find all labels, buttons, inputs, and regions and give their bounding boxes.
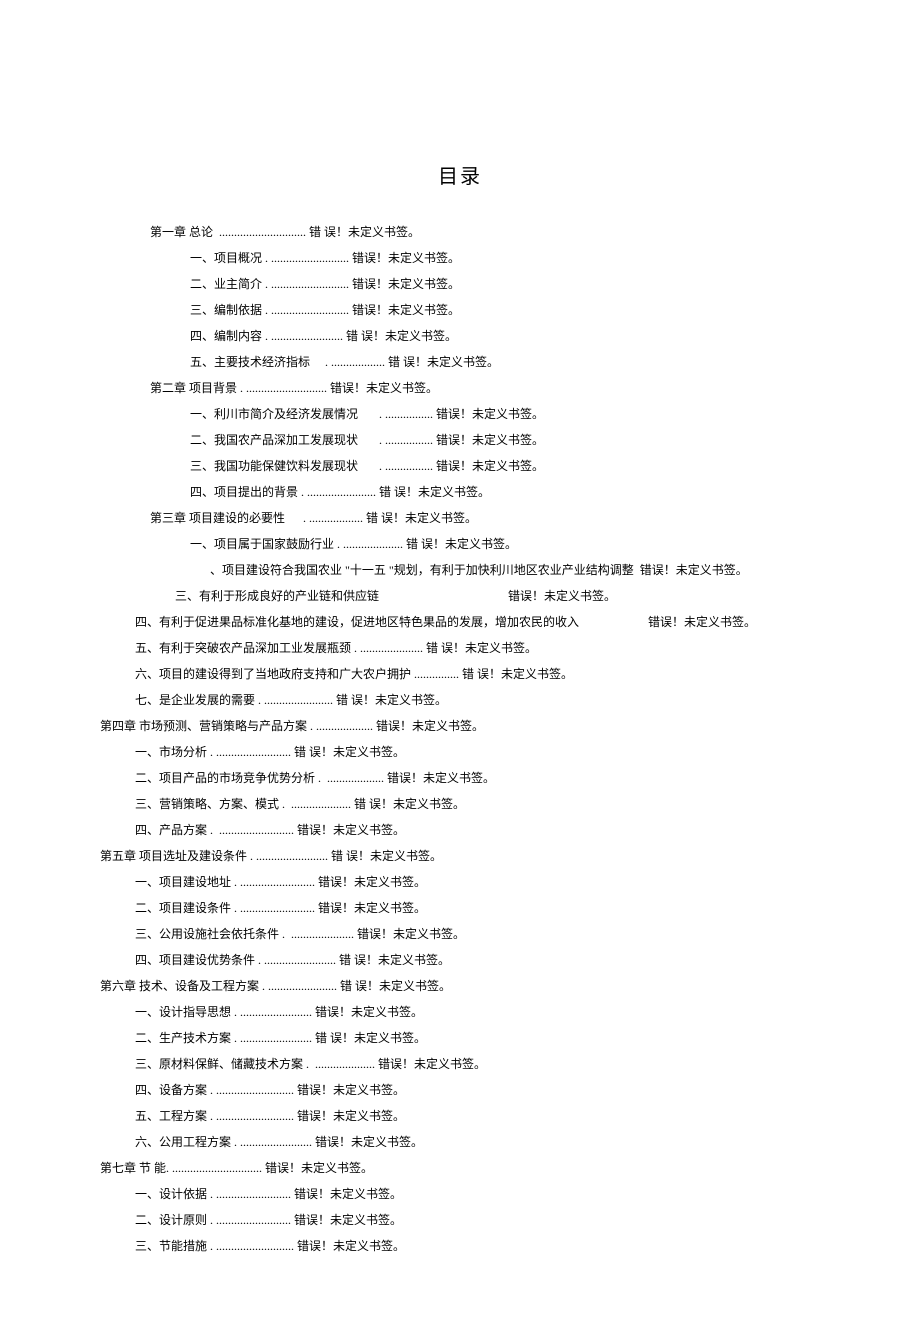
toc-title: 目录 — [60, 160, 860, 189]
toc-entry: 一、项目概况 . .......................... 错误！未… — [60, 245, 860, 271]
toc-entry: 第五章 项目选址及建设条件 . ........................… — [60, 843, 860, 869]
toc-entry: 第三章 项目建设的必要性 . .................. 错 误！未定… — [60, 505, 860, 531]
toc-entry: 第二章 项目背景 . ........................... 错… — [60, 375, 860, 401]
toc-entry: 三、公用设施社会依托条件 . ..................... 错误！… — [60, 921, 860, 947]
toc-entry: 三、编制依据 . .......................... 错误！未… — [60, 297, 860, 323]
toc-entry: 三、营销策略、方案、模式 . .................... 错 误！… — [60, 791, 860, 817]
toc-entry: 二、我国农产品深加工发展现状 . ................ 错误！未定义… — [60, 427, 860, 453]
toc-entry: 二、业主简介 . .......................... 错误！未… — [60, 271, 860, 297]
toc-entry: 第一章 总论 ............................. 错 误… — [60, 219, 860, 245]
toc-entry: 第七章 节 能. .............................. … — [60, 1155, 860, 1181]
toc-entry: 一、利川市简介及经济发展情况 . ................ 错误！未定义… — [60, 401, 860, 427]
toc-entry: 七、是企业发展的需要 . ....................... 错 误… — [60, 687, 860, 713]
toc-entry: 三、我国功能保健饮料发展现状 . ................ 错误！未定义… — [60, 453, 860, 479]
toc-entry: 一、项目建设地址 . ......................... 错误！… — [60, 869, 860, 895]
toc-entry: 三、节能措施 . .......................... 错误！未… — [60, 1233, 860, 1259]
toc-entry: 一、市场分析 . ......................... 错 误！未… — [60, 739, 860, 765]
toc-entry: 、项目建设符合我国农业 "十一五 "规划，有利于加快利川地区农业产业结构调整 错… — [60, 557, 860, 583]
toc-entry: 第六章 技术、设备及工程方案 . .......................… — [60, 973, 860, 999]
toc-entry: 二、设计原则 . ......................... 错误！未定… — [60, 1207, 860, 1233]
toc-entry: 四、设备方案 . .......................... 错误！未… — [60, 1077, 860, 1103]
toc-container: 第一章 总论 ............................. 错 误… — [60, 219, 860, 1259]
toc-entry: 四、项目提出的背景 . ....................... 错 误！… — [60, 479, 860, 505]
toc-entry: 三、有利于形成良好的产业链和供应链 错误！未定义书签。 — [60, 583, 860, 609]
toc-entry: 二、项目产品的市场竞争优势分析 . ................... 错误… — [60, 765, 860, 791]
toc-entry: 第四章 市场预测、营销策略与产品方案 . ...................… — [60, 713, 860, 739]
toc-entry: 一、设计指导思想 . ........................ 错误！未… — [60, 999, 860, 1025]
toc-entry: 六、项目的建设得到了当地政府支持和广大农户拥护 ............... … — [60, 661, 860, 687]
toc-entry: 四、项目建设优势条件 . ........................ 错 … — [60, 947, 860, 973]
toc-entry: 五、有利于突破农产品深加工业发展瓶颈 . ...................… — [60, 635, 860, 661]
toc-entry: 一、设计依据 . ......................... 错误！未定… — [60, 1181, 860, 1207]
toc-entry: 五、主要技术经济指标 . .................. 错 误！未定义书… — [60, 349, 860, 375]
toc-entry: 四、产品方案 . ......................... 错误！未定… — [60, 817, 860, 843]
toc-entry: 六、公用工程方案 . ........................ 错误！未… — [60, 1129, 860, 1155]
toc-entry: 三、原材料保鲜、储藏技术方案 . .................... 错误… — [60, 1051, 860, 1077]
toc-entry: 四、有利于促进果品标准化基地的建设，促进地区特色果品的发展，增加农民的收入 错误… — [60, 609, 860, 635]
toc-entry: 一、项目属于国家鼓励行业 . .................... 错 误！… — [60, 531, 860, 557]
document-page: 目录 第一章 总论 ............................. … — [0, 0, 920, 1319]
toc-entry: 四、编制内容 . ........................ 错 误！未定… — [60, 323, 860, 349]
toc-entry: 二、项目建设条件 . ......................... 错误！… — [60, 895, 860, 921]
toc-entry: 五、工程方案 . .......................... 错误！未… — [60, 1103, 860, 1129]
toc-entry: 二、生产技术方案 . ........................ 错 误！… — [60, 1025, 860, 1051]
